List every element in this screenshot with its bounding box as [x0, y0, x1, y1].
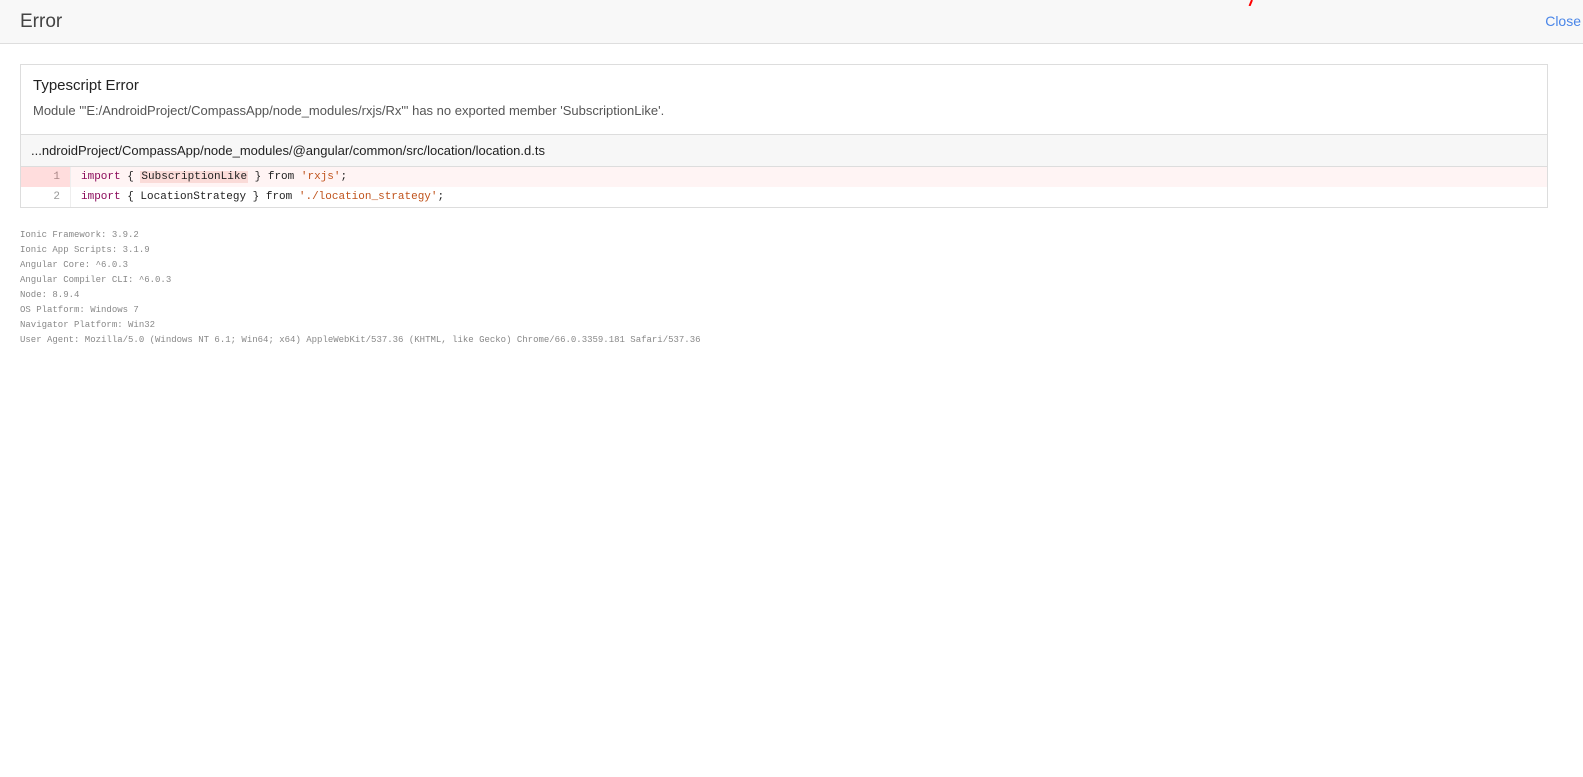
error-summary: Typescript Error Module '"E:/AndroidProj…	[21, 65, 1547, 134]
error-header: Error Close	[0, 0, 1583, 44]
code-punct: }	[246, 191, 266, 203]
close-link[interactable]: Close	[1545, 13, 1581, 29]
code-string: './location_strategy'	[298, 191, 438, 203]
code-punct: }	[248, 171, 268, 183]
code-punct: ;	[340, 171, 348, 183]
code-text: import { LocationStrategy } from './loca…	[71, 187, 444, 207]
system-info-row: OS Platform: Windows 7	[20, 305, 139, 315]
code-string: 'rxjs'	[300, 171, 341, 183]
error-message: Module '"E:/AndroidProject/CompassApp/no…	[33, 103, 665, 118]
line-number: 1	[21, 167, 71, 187]
code-punct: {	[120, 191, 141, 203]
system-info-row: Navigator Platform: Win32	[20, 320, 156, 330]
code-line-error: 1 import { SubscriptionLike } from 'rxjs…	[21, 167, 1547, 187]
system-info-row: Angular Compiler CLI: ^6.0.3	[20, 275, 172, 285]
code-punct: ;	[437, 191, 445, 203]
error-card: Typescript Error Module '"E:/AndroidProj…	[20, 64, 1548, 208]
code-line: 2 import { LocationStrategy } from './lo…	[21, 187, 1547, 207]
system-info-row: Ionic Framework: 3.9.2	[20, 230, 139, 240]
code-text: import { SubscriptionLike } from 'rxjs';	[71, 167, 347, 187]
code-punct: {	[120, 171, 141, 183]
page-title: Error	[20, 11, 63, 32]
code-keyword: from	[267, 171, 295, 183]
file-path: ...ndroidProject/CompassApp/node_modules…	[21, 134, 1547, 167]
code-token: LocationStrategy	[140, 191, 247, 203]
system-info-row: User Agent: Mozilla/5.0 (Windows NT 6.1;…	[20, 335, 701, 345]
code-keyword: from	[265, 191, 293, 203]
system-info-row: Ionic App Scripts: 3.1.9	[20, 245, 150, 255]
system-info-row: Node: 8.9.4	[20, 290, 80, 300]
system-info-row: Angular Core: ^6.0.3	[20, 260, 129, 270]
error-type: Typescript Error	[33, 77, 139, 94]
code-keyword: import	[81, 171, 121, 183]
system-info: Ionic Framework: 3.9.2 Ionic App Scripts…	[20, 228, 701, 348]
line-number: 2	[21, 187, 71, 207]
code-keyword: import	[81, 191, 121, 203]
code-error-token: SubscriptionLike	[140, 171, 249, 183]
code-snippet: 1 import { SubscriptionLike } from 'rxjs…	[21, 167, 1547, 207]
red-stroke-mark	[1248, 0, 1253, 6]
